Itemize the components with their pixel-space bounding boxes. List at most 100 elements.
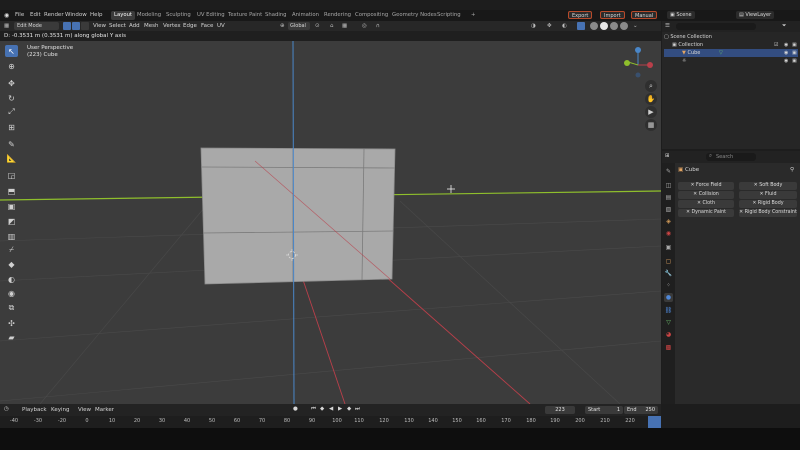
menu-edge[interactable]: Edge — [183, 23, 197, 29]
add-workspace-button[interactable]: + — [468, 11, 478, 20]
play-icon[interactable]: ▶ — [338, 406, 342, 412]
transform-tool-icon[interactable]: ⊞ — [5, 121, 18, 133]
xray-icon[interactable] — [577, 22, 585, 30]
scale-tool-icon[interactable]: ⤢ — [5, 106, 18, 118]
camera-icon[interactable]: ▣ — [792, 41, 797, 49]
view-layer-tab-icon[interactable]: ▧ — [664, 205, 673, 214]
manual-button[interactable]: Manual — [631, 11, 658, 19]
pan-hand-icon[interactable]: ✋ — [645, 93, 657, 105]
tab-uv-editing[interactable]: UV Editing — [194, 11, 228, 20]
cube-face[interactable] — [200, 147, 396, 285]
view-layer-selector[interactable]: ▤ ViewLayer — [736, 11, 775, 19]
navigation-gizmo[interactable] — [624, 47, 653, 78]
snap-target-icon[interactable]: ▦ — [342, 23, 347, 29]
menu-edit[interactable]: Edit — [30, 12, 41, 18]
start-frame-field[interactable]: Start 1 — [585, 406, 623, 414]
proportional-edit-icon[interactable]: ◎ — [362, 23, 367, 29]
eye-icon[interactable]: ◉ — [784, 49, 788, 57]
pin-icon[interactable]: ⚲ — [790, 167, 794, 173]
cloth-button[interactable]: ✕ Cloth — [678, 200, 734, 208]
rendered-shading-icon[interactable] — [620, 22, 628, 30]
gizmo-z-icon[interactable] — [635, 47, 641, 53]
camera-icon[interactable]: ▣ — [792, 49, 797, 57]
edge-slide-tool-icon[interactable]: ⧉ — [5, 302, 18, 314]
orientation-selector[interactable]: Global — [288, 22, 310, 30]
loop-cut-tool-icon[interactable]: ▥ — [5, 230, 18, 242]
jump-start-icon[interactable]: ⏮ — [311, 406, 316, 413]
end-frame-field[interactable]: End 250 — [624, 406, 658, 414]
camera-icon[interactable]: ▣ — [792, 57, 797, 65]
render-tab-icon[interactable]: ◫ — [664, 181, 673, 190]
mode-selector[interactable]: Edit Mode — [14, 22, 59, 30]
outliner-row-light[interactable]: ☼ ◉ ▣ — [664, 57, 798, 65]
collision-button[interactable]: ✕ Collision — [678, 191, 734, 199]
bevel-tool-icon[interactable]: ◩ — [5, 215, 18, 227]
measure-tool-icon[interactable]: 📐 — [5, 152, 18, 164]
visibility-icon[interactable]: ◑ — [531, 23, 536, 29]
blender-logo-icon[interactable]: ◉ — [4, 12, 9, 19]
constraints-tab-icon[interactable]: ⛓ — [664, 306, 673, 315]
properties-search-input[interactable]: Search — [706, 153, 756, 161]
falloff-icon[interactable]: ∩ — [376, 23, 380, 29]
snap-icon[interactable]: ⌂ — [330, 23, 334, 29]
current-frame-field[interactable]: 223 — [545, 406, 575, 414]
physics-tab-icon[interactable]: ● — [664, 293, 673, 302]
inset-tool-icon[interactable]: ▣ — [5, 200, 18, 212]
menu-help[interactable]: Help — [90, 12, 103, 18]
rotate-tool-icon[interactable]: ↻ — [5, 92, 18, 104]
data-tab-icon[interactable]: ▽ — [664, 318, 673, 327]
scene-tab-icon[interactable]: ◈ — [664, 217, 673, 226]
menu-file[interactable]: File — [15, 12, 24, 18]
knife-tool-icon[interactable]: ⌿ — [5, 244, 18, 256]
menu-playback[interactable]: Playback — [22, 407, 47, 413]
perspective-toggle-icon[interactable]: ▦ — [645, 119, 657, 131]
poly-build-tool-icon[interactable]: ◆ — [5, 258, 18, 270]
menu-add[interactable]: Add — [129, 23, 140, 29]
vertex-select-icon[interactable] — [63, 22, 71, 30]
import-button[interactable]: Import — [600, 11, 625, 19]
menu-render[interactable]: Render — [44, 12, 64, 18]
tab-layout[interactable]: Layout — [111, 11, 136, 20]
tab-shading[interactable]: Shading — [262, 11, 290, 20]
eye-icon[interactable]: ◉ — [784, 57, 788, 65]
tab-compositing[interactable]: Compositing — [352, 11, 391, 20]
annotate-tool-icon[interactable]: ✎ — [5, 138, 18, 150]
filter-icon[interactable]: ⏷ — [782, 23, 786, 30]
eye-icon[interactable]: ◉ — [784, 41, 788, 49]
menu-vertex[interactable]: Vertex — [163, 23, 181, 29]
smooth-tool-icon[interactable]: ◉ — [5, 287, 18, 299]
rigid-body-constraint-button[interactable]: ✕ Rigid Body Constraint — [739, 209, 797, 217]
gizmo-y-icon[interactable] — [624, 60, 630, 66]
timeline-ruler[interactable]: -40 -20 0 10 20 30 40 50 60 70 80 90 100 110 120 130 140… — [0, 416, 661, 428]
output-tab-icon[interactable]: ▤ — [664, 193, 673, 202]
force-field-button[interactable]: ✕ Force Field — [678, 182, 734, 190]
wireframe-shading-icon[interactable] — [590, 22, 598, 30]
editor-type-icon[interactable]: ▦ — [4, 23, 9, 29]
menu-uv[interactable]: UV — [217, 23, 225, 29]
checkbox-icon[interactable]: ☑ — [774, 41, 778, 49]
menu-mesh[interactable]: Mesh — [144, 23, 158, 29]
gizmo-neg-z-icon[interactable] — [635, 72, 641, 78]
jump-end-icon[interactable]: ⏭ — [355, 406, 360, 413]
move-tool-icon[interactable]: ✥ — [5, 77, 18, 89]
object-tab-icon[interactable]: ▢ — [664, 257, 673, 266]
properties-editor-icon[interactable]: ⊞ — [665, 153, 670, 159]
record-icon[interactable]: ● — [293, 406, 298, 412]
collection-tab-icon[interactable]: ▣ — [664, 243, 673, 252]
select-box-tool-icon[interactable]: ↖ — [5, 45, 18, 57]
tab-geometry-nodes[interactable]: Geometry Nodes — [389, 11, 440, 20]
zoom-icon[interactable]: ⌕ — [645, 80, 657, 92]
menu-marker[interactable]: Marker — [95, 407, 114, 413]
shear-tool-icon[interactable]: ▰ — [5, 331, 18, 343]
dynamic-paint-button[interactable]: ✕ Dynamic Paint — [678, 209, 734, 217]
tab-animation[interactable]: Animation — [289, 11, 322, 20]
face-select-icon[interactable] — [81, 22, 89, 30]
tab-texture-paint[interactable]: Texture Paint — [225, 11, 265, 20]
material-shading-icon[interactable] — [610, 22, 618, 30]
shading-options-icon[interactable]: ⌄ — [633, 23, 638, 29]
export-button[interactable]: Export — [568, 11, 593, 19]
prev-keyframe-icon[interactable]: ◆ — [320, 406, 324, 412]
gizmo-icon[interactable]: ✥ — [547, 23, 552, 29]
overlay-icon[interactable]: ◐ — [562, 23, 567, 29]
menu-view[interactable]: View — [78, 407, 91, 413]
